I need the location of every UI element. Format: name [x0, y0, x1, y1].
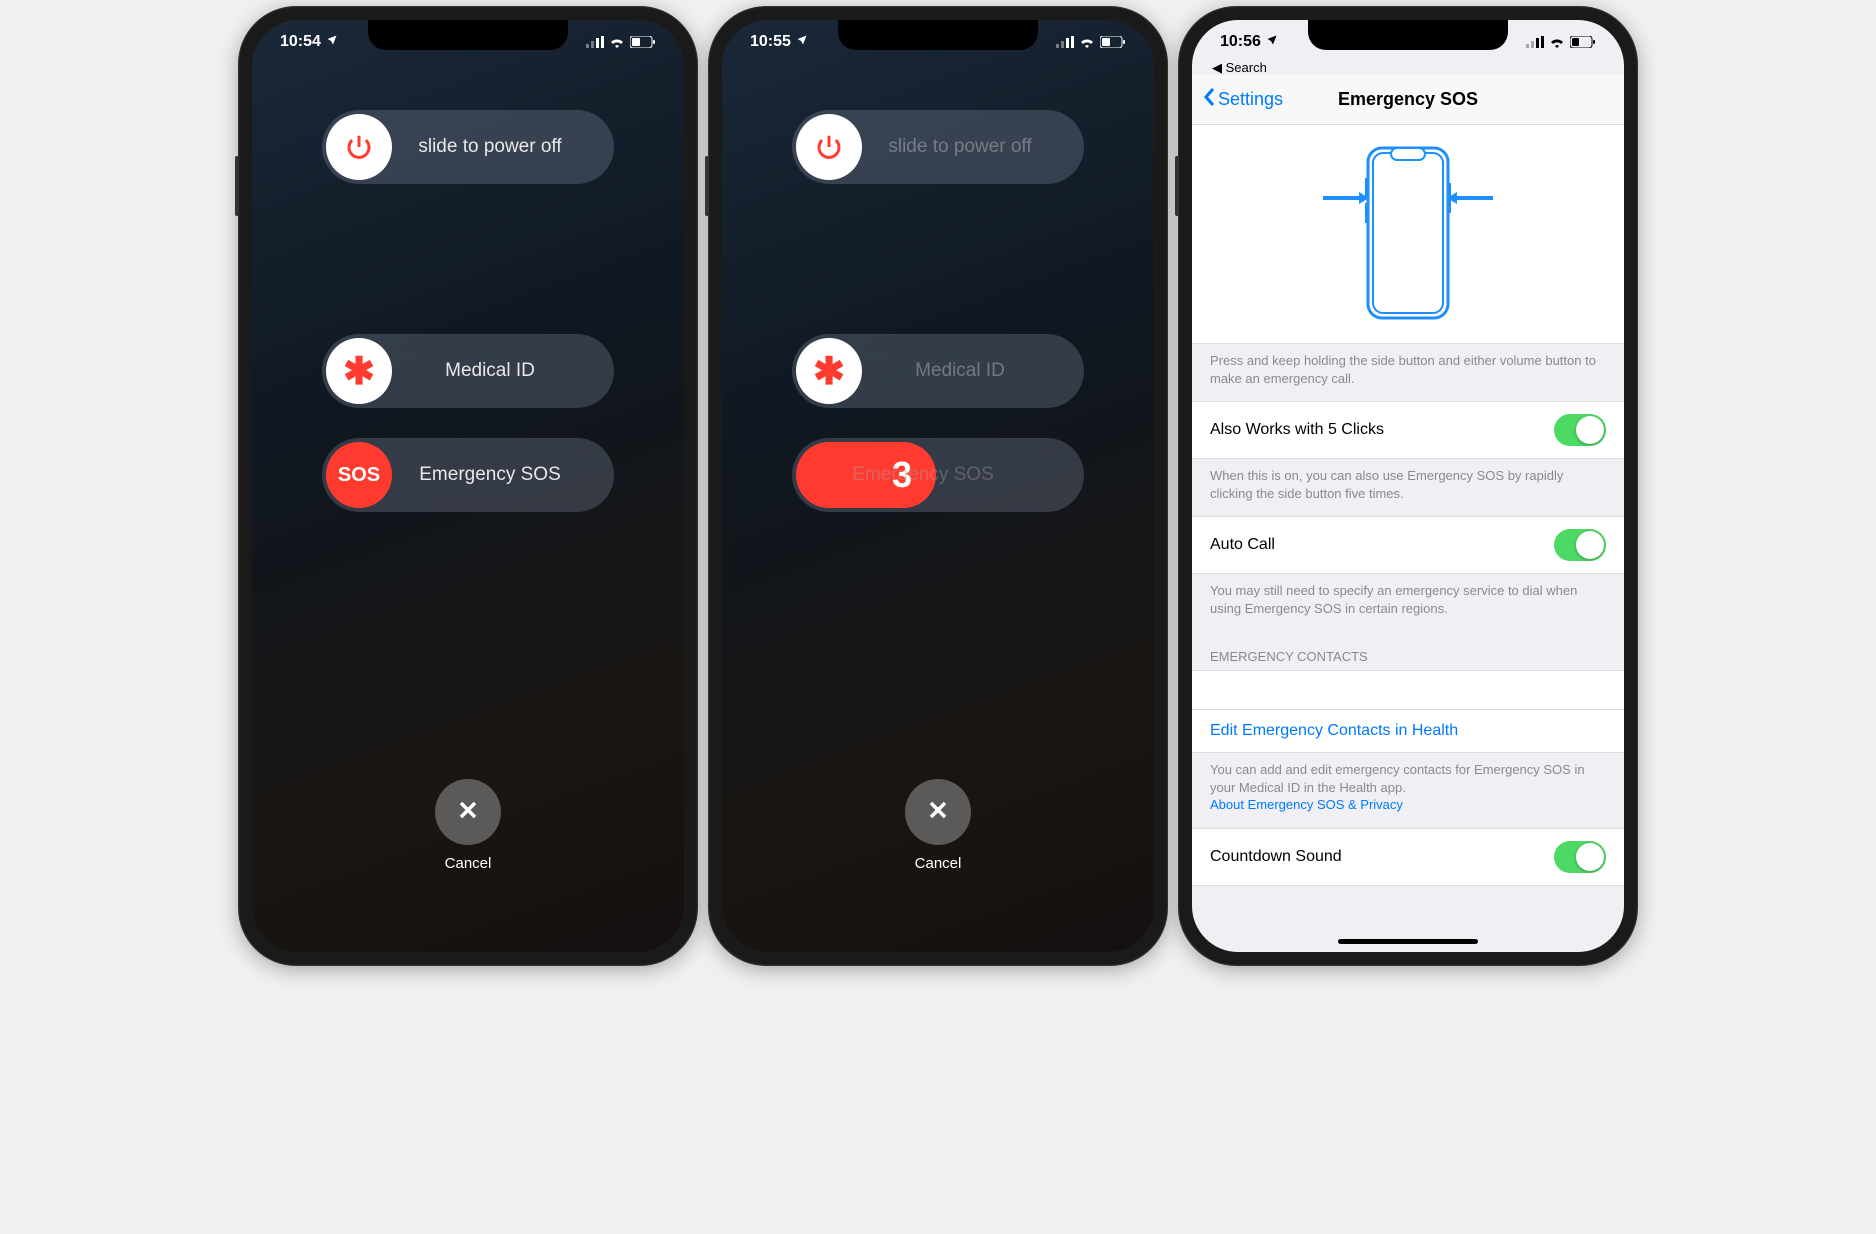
phone-press-diagram-icon — [1293, 143, 1523, 333]
toggle-countdown-sound[interactable] — [1554, 841, 1606, 873]
wifi-icon — [1079, 36, 1095, 48]
close-icon — [924, 796, 952, 829]
status-time: 10:55 — [750, 33, 791, 51]
medical-id-slider[interactable]: ✱ Medical ID — [322, 334, 614, 408]
medical-id-label: Medical ID — [866, 360, 1084, 382]
cancel-button[interactable] — [435, 779, 501, 845]
phone-frame-2: 10:55 slide to power off ✱ Medical ID — [708, 6, 1168, 966]
power-off-label: slide to power off — [866, 136, 1084, 158]
sos-label: Emergency SOS — [396, 464, 614, 486]
sos-label-behind: Emergency SOS — [792, 464, 1084, 486]
row-5-clicks[interactable]: Also Works with 5 Clicks — [1192, 401, 1624, 459]
row-5-clicks-label: Also Works with 5 Clicks — [1210, 421, 1384, 439]
medical-id-slider[interactable]: ✱ Medical ID — [792, 334, 1084, 408]
emergency-sos-slider-dragging[interactable]: Emergency SOS 3 — [792, 438, 1084, 512]
sos-knob: SOS — [326, 442, 392, 508]
status-time: 10:56 — [1220, 33, 1261, 51]
nav-title: Emergency SOS — [1338, 89, 1478, 110]
medical-id-label: Medical ID — [396, 360, 614, 382]
signal-icon — [1526, 36, 1544, 48]
asterisk-icon: ✱ — [796, 338, 862, 404]
location-icon — [326, 33, 338, 51]
footer-5-clicks: When this is on, you can also use Emerge… — [1192, 459, 1624, 516]
link-privacy[interactable]: About Emergency SOS & Privacy — [1210, 797, 1403, 812]
nav-back-label: Settings — [1218, 89, 1283, 110]
row-edit-contacts[interactable]: Edit Emergency Contacts in Health — [1192, 710, 1624, 753]
toggle-auto-call[interactable] — [1554, 529, 1606, 561]
nav-back-button[interactable]: Settings — [1202, 87, 1283, 112]
battery-icon — [1100, 36, 1126, 48]
home-indicator[interactable] — [1338, 939, 1478, 944]
screen-3: 10:56 ◀︎ Search Settings Emergency SOS — [1192, 20, 1624, 952]
notch — [1308, 20, 1508, 50]
signal-icon — [1056, 36, 1074, 48]
power-off-slider[interactable]: slide to power off — [322, 110, 614, 184]
section-emergency-contacts: EMERGENCY CONTACTS — [1192, 631, 1624, 670]
footer-auto-call: You may still need to specify an emergen… — [1192, 574, 1624, 631]
power-icon — [326, 114, 392, 180]
settings-body: Press and keep holding the side button a… — [1192, 125, 1624, 952]
chevron-left-icon — [1202, 87, 1216, 112]
signal-icon — [586, 36, 604, 48]
screen-2: 10:55 slide to power off ✱ Medical ID — [722, 20, 1154, 952]
power-icon — [796, 114, 862, 180]
footer-contacts: You can add and edit emergency contacts … — [1192, 753, 1624, 828]
status-time: 10:54 — [280, 33, 321, 51]
emergency-sos-slider[interactable]: SOS Emergency SOS — [322, 438, 614, 512]
cancel-label: Cancel — [445, 855, 492, 872]
power-off-slider[interactable]: slide to power off — [792, 110, 1084, 184]
location-icon — [796, 33, 808, 51]
asterisk-icon: ✱ — [326, 338, 392, 404]
notch — [368, 20, 568, 50]
phone-frame-1: 10:54 slide to power off ✱ Medical ID — [238, 6, 698, 966]
wifi-icon — [1549, 36, 1565, 48]
notch — [838, 20, 1038, 50]
nav-bar: Settings Emergency SOS — [1192, 75, 1624, 125]
diagram-footer: Press and keep holding the side button a… — [1192, 344, 1624, 401]
cancel-button[interactable] — [905, 779, 971, 845]
row-contacts-empty — [1192, 670, 1624, 710]
phone-frame-3: 10:56 ◀︎ Search Settings Emergency SOS — [1178, 6, 1638, 966]
power-off-label: slide to power off — [396, 136, 614, 158]
row-auto-call[interactable]: Auto Call — [1192, 516, 1624, 574]
battery-icon — [1570, 36, 1596, 48]
cancel-label: Cancel — [915, 855, 962, 872]
row-auto-call-label: Auto Call — [1210, 536, 1275, 554]
diagram-block — [1192, 125, 1624, 344]
toggle-5-clicks[interactable] — [1554, 414, 1606, 446]
row-countdown-sound-label: Countdown Sound — [1210, 848, 1342, 866]
breadcrumb-back[interactable]: ◀︎ Search — [1212, 60, 1267, 76]
close-icon — [454, 796, 482, 829]
screen-1: 10:54 slide to power off ✱ Medical ID — [252, 20, 684, 952]
edit-contacts-label: Edit Emergency Contacts in Health — [1210, 722, 1458, 740]
wifi-icon — [609, 36, 625, 48]
battery-icon — [630, 36, 656, 48]
location-icon — [1266, 33, 1278, 51]
row-countdown-sound[interactable]: Countdown Sound — [1192, 828, 1624, 886]
